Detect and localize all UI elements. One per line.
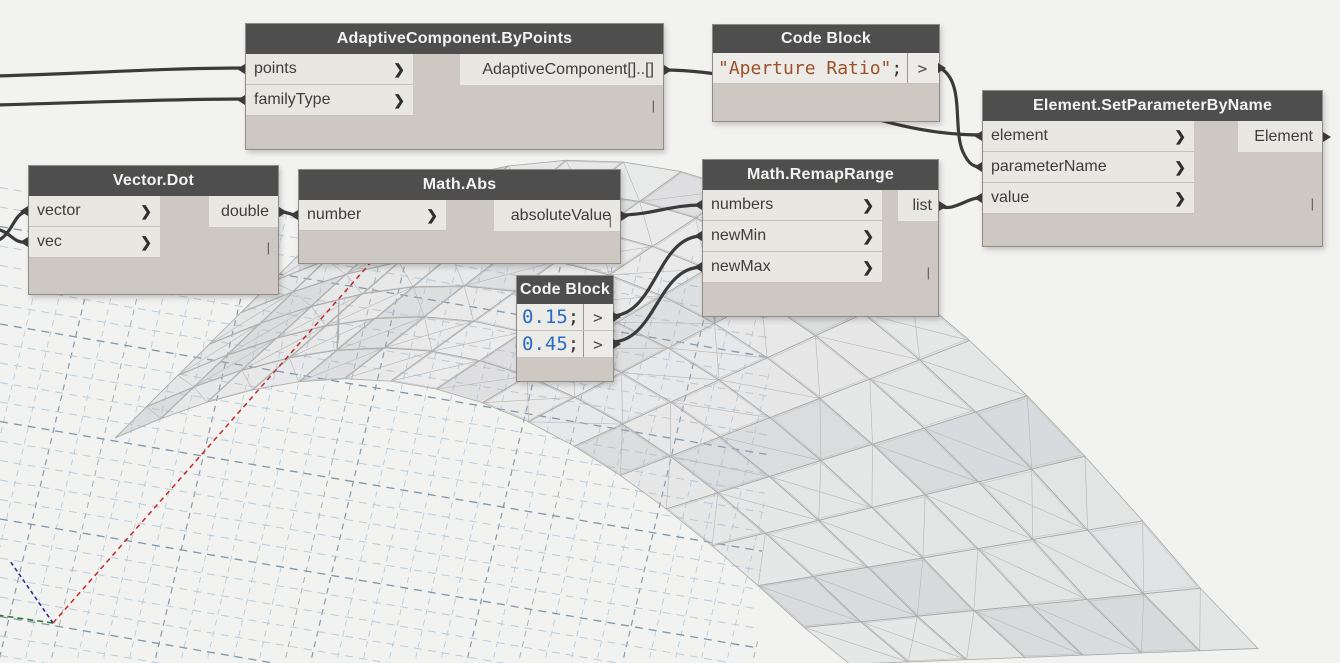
node-title[interactable]: Code Block: [713, 25, 939, 53]
input-port-vector[interactable]: vector ❯: [29, 196, 160, 227]
node-code-block-string[interactable]: Code Block "Aperture Ratio"; >: [712, 24, 940, 122]
node-title[interactable]: Code Block: [517, 276, 613, 304]
node-code-block-values[interactable]: Code Block 0.15; > 0.45; >: [516, 275, 614, 382]
node-title[interactable]: Math.RemapRange: [703, 160, 938, 190]
output-port-element[interactable]: Element: [1238, 121, 1322, 152]
node-title[interactable]: AdaptiveComponent.ByPoints: [246, 24, 663, 54]
input-port-familytype[interactable]: familyType ❯: [246, 85, 413, 116]
code-number-literal: 0.45: [522, 333, 568, 355]
output-port-code[interactable]: >: [907, 53, 937, 83]
code-semicolon: ;: [891, 57, 903, 79]
lacing-indicator[interactable]: |: [652, 98, 655, 113]
output-port-code-1[interactable]: >: [583, 304, 612, 330]
input-port-vec[interactable]: vec ❯: [29, 227, 160, 258]
node-title[interactable]: Math.Abs: [299, 170, 620, 200]
dynamo-workspace[interactable]: AdaptiveComponent.ByPoints points ❯ fami…: [0, 0, 1340, 663]
lacing-indicator[interactable]: |: [1311, 196, 1314, 211]
output-port-list[interactable]: list: [898, 190, 938, 221]
output-port-adaptivecomponent[interactable]: AdaptiveComponent[]..[]: [460, 54, 663, 85]
node-title[interactable]: Element.SetParameterByName: [983, 91, 1322, 121]
input-port-value[interactable]: value ❯: [983, 183, 1194, 214]
chevron-right-icon: ❯: [862, 227, 874, 244]
node-adaptive-component-bypoints[interactable]: AdaptiveComponent.ByPoints points ❯ fami…: [245, 23, 664, 150]
node-title[interactable]: Vector.Dot: [29, 166, 278, 196]
input-port-element[interactable]: element ❯: [983, 121, 1194, 152]
chevron-right-icon: ❯: [1174, 158, 1186, 175]
code-number-literal: 0.15: [522, 306, 568, 328]
lacing-indicator[interactable]: |: [609, 213, 612, 228]
wire[interactable]: [0, 66, 247, 78]
input-port-parametername[interactable]: parameterName ❯: [983, 152, 1194, 183]
output-port-double[interactable]: double: [209, 196, 278, 227]
code-semicolon: ;: [567, 333, 580, 355]
lacing-indicator[interactable]: |: [927, 265, 930, 280]
node-math-remaprange[interactable]: Math.RemapRange numbers ❯ newMin ❯ newMa…: [702, 159, 939, 317]
chevron-right-icon: ❯: [140, 202, 152, 219]
code-semicolon: ;: [567, 306, 580, 328]
input-port-newmin[interactable]: newMin ❯: [703, 221, 882, 252]
chevron-right-icon: ❯: [862, 258, 874, 275]
input-port-numbers[interactable]: numbers ❯: [703, 190, 882, 221]
chevron-right-icon: ❯: [140, 233, 152, 250]
chevron-right-icon: ❯: [862, 196, 874, 213]
wire[interactable]: [936, 65, 984, 169]
input-port-newmax[interactable]: newMax ❯: [703, 252, 882, 283]
input-port-number[interactable]: number ❯: [299, 200, 446, 231]
code-line[interactable]: "Aperture Ratio"; >: [713, 53, 939, 84]
code-line[interactable]: 0.45; >: [517, 331, 613, 358]
chevron-right-icon: ❯: [393, 60, 405, 77]
chevron-right-icon: ❯: [393, 91, 405, 108]
chevron-right-icon: ❯: [426, 206, 438, 223]
node-vector-dot[interactable]: Vector.Dot vector ❯ vec ❯ double |: [28, 165, 279, 295]
code-string-literal: "Aperture Ratio": [718, 57, 892, 79]
x-axis: [52, 251, 381, 624]
input-port-points[interactable]: points ❯: [246, 54, 413, 85]
wire[interactable]: [0, 97, 247, 107]
lacing-indicator[interactable]: |: [267, 240, 270, 255]
node-math-abs[interactable]: Math.Abs number ❯ absoluteValue |: [298, 169, 621, 264]
code-line[interactable]: 0.15; >: [517, 304, 613, 331]
output-port-absolutevalue[interactable]: absoluteValue: [494, 200, 620, 231]
output-port-code-2[interactable]: >: [583, 331, 612, 357]
chevron-right-icon: ❯: [1174, 127, 1186, 144]
chevron-right-icon: ❯: [1174, 189, 1186, 206]
node-element-setparameterbyname[interactable]: Element.SetParameterByName element ❯ par…: [982, 90, 1323, 247]
